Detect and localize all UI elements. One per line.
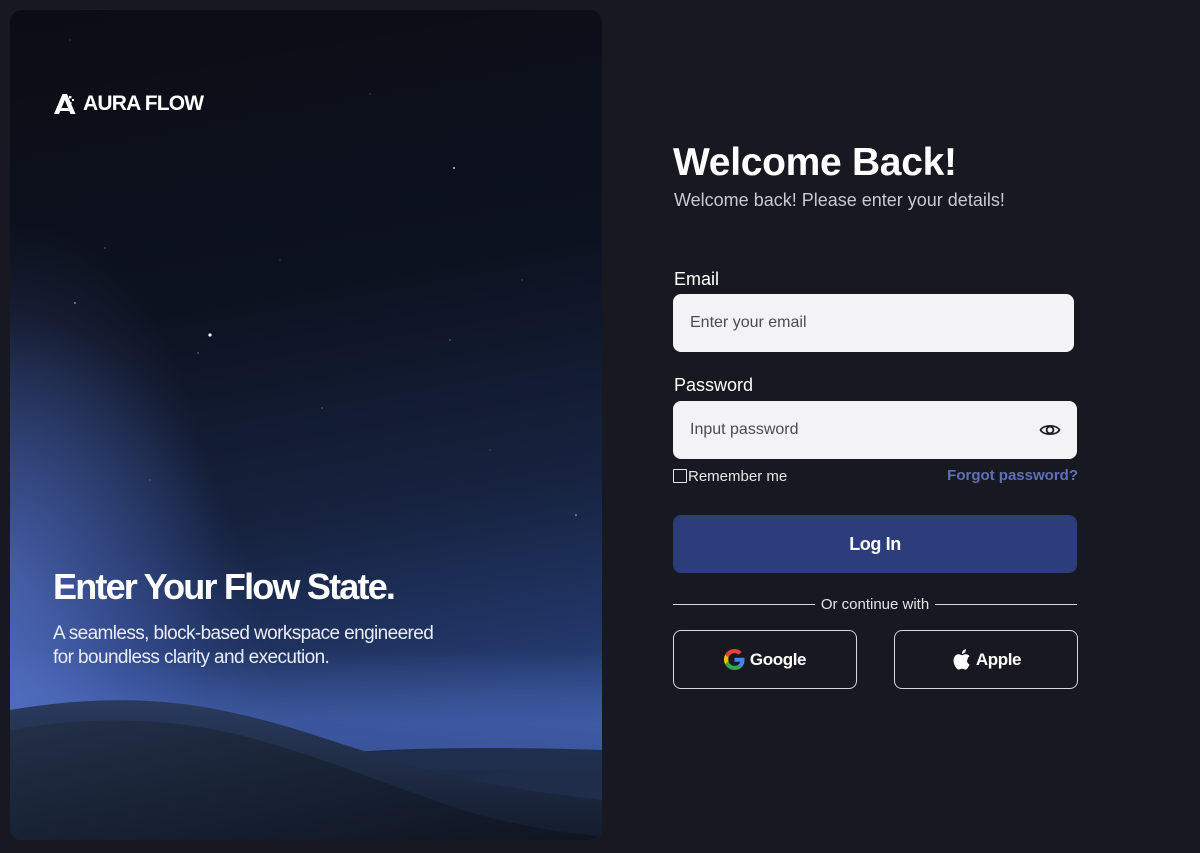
google-icon <box>723 649 745 670</box>
hero-panel: AURA FLOW Enter Your Flow State. A seaml… <box>10 10 602 840</box>
divider-line <box>935 603 1078 605</box>
login-button[interactable]: Log In <box>673 515 1077 573</box>
brand-logo: AURA FLOW <box>53 92 204 116</box>
email-field-container <box>673 294 1074 352</box>
password-label: Password <box>674 375 754 395</box>
hero-title: Enter Your Flow State. <box>53 566 396 607</box>
hero-subtitle-line: A seamless, block-based workspace engine… <box>53 623 434 644</box>
hero-subtitle: A seamless, block-based workspace engine… <box>53 622 483 670</box>
email-label: Email <box>674 269 720 289</box>
remember-me[interactable]: Remember me <box>673 467 787 485</box>
divider-line <box>673 603 815 605</box>
apple-login-button[interactable]: Apple <box>894 630 1078 689</box>
divider-text: Or continue with <box>820 595 930 613</box>
password-field[interactable] <box>690 421 990 439</box>
dune-landscape <box>10 650 602 840</box>
google-label: Google <box>749 649 807 669</box>
hero-subtitle-line: for boundless clarity and execution. <box>53 647 330 668</box>
password-field-container <box>673 401 1077 459</box>
remember-label: Remember me <box>688 467 788 485</box>
aura-flow-logo-icon <box>54 94 76 114</box>
eye-icon[interactable] <box>1039 420 1061 440</box>
page-title: Welcome Back! <box>673 141 957 184</box>
google-login-button[interactable]: Google <box>673 630 857 689</box>
apple-label: Apple <box>975 649 1022 669</box>
email-field[interactable] <box>690 314 990 332</box>
page-subtitle: Welcome back! Please enter your details! <box>674 190 1005 210</box>
remember-checkbox[interactable] <box>673 469 687 483</box>
forgot-password-link[interactable]: Forgot password? <box>947 467 1078 485</box>
brand-name: AURA FLOW <box>83 92 204 115</box>
login-page: AURA FLOW Enter Your Flow State. A seaml… <box>0 0 1200 853</box>
apple-icon <box>953 649 970 670</box>
or-divider: Or continue with <box>673 594 1078 614</box>
